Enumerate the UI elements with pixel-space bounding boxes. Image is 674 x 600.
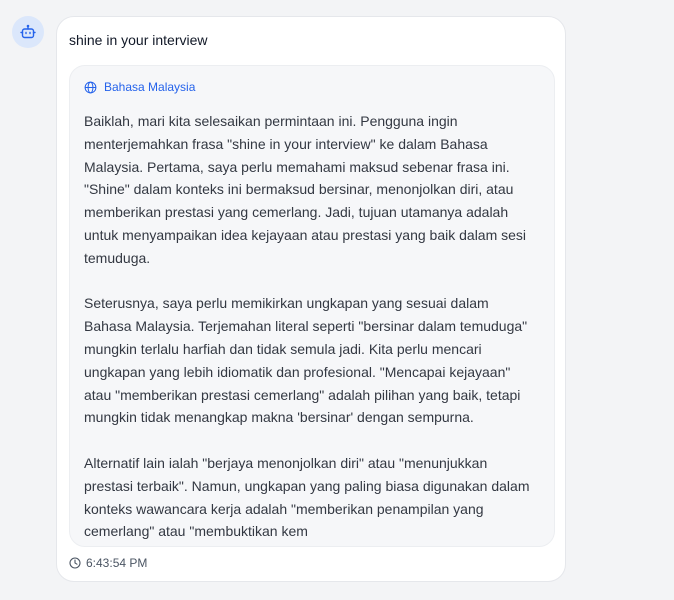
chat-page: shine in your interview Bahasa Malaysia … xyxy=(0,0,674,600)
paragraph: Baiklah, mari kita selesaikan permintaan… xyxy=(84,113,527,266)
user-prompt: shine in your interview xyxy=(69,32,208,48)
paragraph: Alternatif lain ialah "berjaya menonjolk… xyxy=(84,454,530,540)
language-name: Bahasa Malaysia xyxy=(104,80,196,94)
bot-icon xyxy=(20,24,36,40)
translation-text: Baiklah, mari kita selesaikan permintaan… xyxy=(84,110,540,543)
translation-panel: Bahasa Malaysia Baiklah, mari kita seles… xyxy=(69,65,555,547)
globe-icon xyxy=(84,81,97,94)
message-card: shine in your interview Bahasa Malaysia … xyxy=(56,16,566,582)
timestamp-text: 6:43:54 PM xyxy=(86,556,148,570)
language-label: Bahasa Malaysia xyxy=(84,78,540,96)
clock-icon xyxy=(69,557,81,569)
timestamp: 6:43:54 PM xyxy=(69,555,147,571)
assistant-avatar xyxy=(12,16,44,48)
paragraph: Seterusnya, saya perlu memikirkan ungkap… xyxy=(84,295,528,426)
